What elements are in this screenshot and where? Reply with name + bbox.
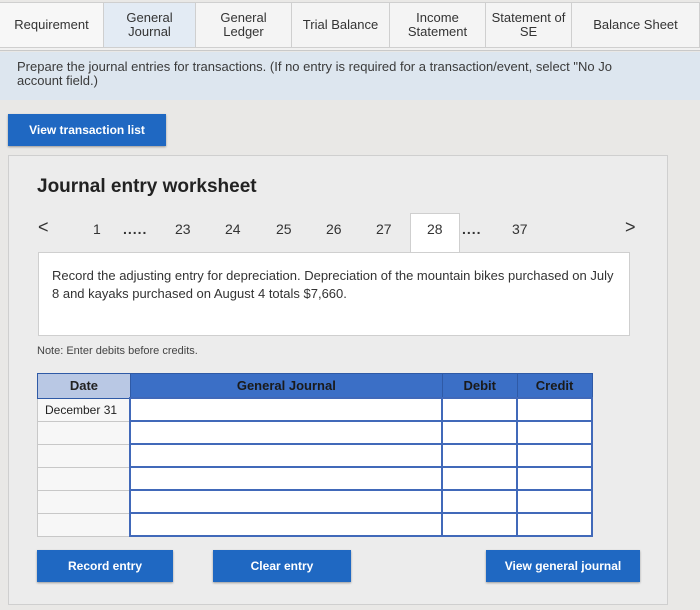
view-general-journal-button[interactable]: View general journal <box>486 550 640 582</box>
table-row: December 31 <box>37 397 593 422</box>
date-cell <box>37 489 131 514</box>
next-page-arrow-icon[interactable]: > <box>625 217 636 238</box>
debit-input[interactable] <box>441 489 519 514</box>
page-ellipsis-2: .... <box>462 221 482 237</box>
table-row <box>37 443 593 468</box>
debit-input[interactable] <box>441 443 519 468</box>
account-select[interactable] <box>129 512 444 537</box>
page-link-23[interactable]: 23 <box>175 221 191 237</box>
instructions: Prepare the journal entries for transact… <box>0 52 700 100</box>
instructions-line1: Prepare the journal entries for transact… <box>17 59 612 74</box>
requirement-tabs: Requirement General Journal General Ledg… <box>0 2 700 51</box>
credit-input[interactable] <box>516 512 593 537</box>
tab-income-statement[interactable]: Income Statement <box>390 2 486 48</box>
tab-trial-balance[interactable]: Trial Balance <box>292 2 390 48</box>
header-date: Date <box>37 373 131 399</box>
credit-input[interactable] <box>516 397 593 422</box>
worksheet-title: Journal entry worksheet <box>37 176 257 197</box>
view-transaction-list-button[interactable]: View transaction list <box>8 114 166 146</box>
page-link-25[interactable]: 25 <box>276 221 292 237</box>
credit-input[interactable] <box>516 420 593 445</box>
prev-page-arrow-icon[interactable]: < <box>38 217 49 238</box>
transaction-pager: < 1 ..... 23 24 25 26 27 28 .... 37 > <box>0 210 700 255</box>
page-link-27[interactable]: 27 <box>376 221 392 237</box>
tab-general-ledger[interactable]: General Ledger <box>196 2 292 48</box>
instructions-line2: account field.) <box>17 73 98 88</box>
page-link-1[interactable]: 1 <box>93 221 101 237</box>
debit-input[interactable] <box>441 397 519 422</box>
credit-input[interactable] <box>516 489 593 514</box>
credit-input[interactable] <box>516 466 593 491</box>
journal-entry-table: Date General Journal Debit Credit Decemb… <box>37 373 593 537</box>
page-ellipsis: ..... <box>123 221 148 237</box>
tab-balance-sheet[interactable]: Balance Sheet <box>572 2 700 48</box>
account-select[interactable] <box>129 420 444 445</box>
record-entry-button[interactable]: Record entry <box>37 550 173 582</box>
date-cell <box>37 420 131 445</box>
table-row <box>37 512 593 537</box>
clear-entry-button[interactable]: Clear entry <box>213 550 351 582</box>
tab-statement-of-se[interactable]: Statement of SE <box>486 2 572 48</box>
page-link-28-active[interactable]: 28 <box>427 221 443 237</box>
credit-input[interactable] <box>516 443 593 468</box>
tab-requirement[interactable]: Requirement <box>0 2 104 48</box>
account-select[interactable] <box>129 489 444 514</box>
tab-general-journal[interactable]: General Journal <box>104 2 196 48</box>
table-row <box>37 466 593 491</box>
debit-input[interactable] <box>441 466 519 491</box>
table-row <box>37 420 593 445</box>
transaction-prompt: Record the adjusting entry for depreciat… <box>38 252 630 336</box>
page-link-24[interactable]: 24 <box>225 221 241 237</box>
account-select[interactable] <box>129 443 444 468</box>
date-cell <box>37 512 131 537</box>
page-link-37[interactable]: 37 <box>512 221 528 237</box>
header-credit: Credit <box>516 373 593 399</box>
date-cell: December 31 <box>37 397 131 422</box>
account-select[interactable] <box>129 466 444 491</box>
date-cell <box>37 443 131 468</box>
debit-credit-note: Note: Enter debits before credits. <box>37 345 198 357</box>
debit-input[interactable] <box>441 420 519 445</box>
table-row <box>37 489 593 514</box>
account-select[interactable] <box>129 397 444 422</box>
date-cell <box>37 466 131 491</box>
header-debit: Debit <box>441 373 518 399</box>
header-general-journal: General Journal <box>129 373 443 399</box>
page-link-26[interactable]: 26 <box>326 221 342 237</box>
debit-input[interactable] <box>441 512 519 537</box>
